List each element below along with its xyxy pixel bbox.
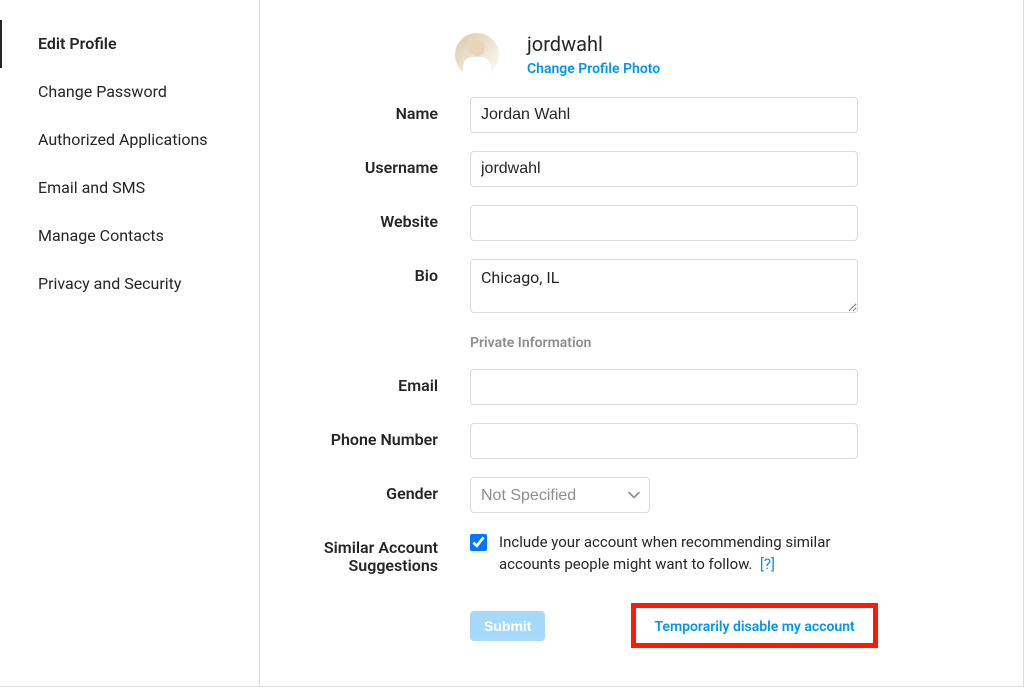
change-profile-photo-link[interactable]: Change Profile Photo	[527, 61, 660, 77]
suggestions-label: Similar Account Suggestions	[320, 531, 470, 575]
sidebar-item-manage-contacts[interactable]: Manage Contacts	[0, 212, 259, 260]
profile-username-display: jordwahl	[527, 32, 660, 56]
bio-label: Bio	[320, 259, 470, 285]
email-input[interactable]	[470, 369, 858, 405]
bio-input[interactable]: Chicago, IL	[470, 259, 858, 313]
username-input[interactable]	[470, 151, 858, 187]
suggestions-description: Include your account when recommending s…	[499, 531, 858, 575]
website-input[interactable]	[470, 205, 858, 241]
gender-select[interactable]: Not Specified	[470, 477, 650, 513]
sidebar-item-email-sms[interactable]: Email and SMS	[0, 164, 259, 212]
username-label: Username	[320, 151, 470, 177]
sidebar-item-privacy-security[interactable]: Privacy and Security	[0, 260, 259, 308]
sidebar-item-authorized-applications[interactable]: Authorized Applications	[0, 116, 259, 164]
avatar[interactable]	[455, 33, 499, 77]
gender-label: Gender	[320, 477, 470, 503]
private-information-heading: Private Information	[470, 335, 983, 351]
website-label: Website	[320, 205, 470, 231]
phone-label: Phone Number	[320, 423, 470, 449]
name-label: Name	[320, 97, 470, 123]
name-input[interactable]	[470, 97, 858, 133]
profile-header: jordwahl Change Profile Photo	[455, 32, 983, 77]
suggestions-help-link[interactable]: [?]	[760, 555, 775, 573]
sidebar-item-edit-profile[interactable]: Edit Profile	[0, 20, 259, 68]
highlight-box: Temporarily disable my account	[631, 603, 877, 648]
sidebar-item-change-password[interactable]: Change Password	[0, 68, 259, 116]
temporarily-disable-account-link[interactable]: Temporarily disable my account	[654, 619, 854, 635]
submit-button[interactable]: Submit	[470, 611, 545, 641]
settings-container: Edit Profile Change Password Authorized …	[0, 0, 1024, 687]
edit-profile-panel: jordwahl Change Profile Photo Name Usern…	[260, 0, 1023, 686]
phone-input[interactable]	[470, 423, 858, 459]
suggestions-checkbox[interactable]	[470, 534, 487, 551]
email-label: Email	[320, 369, 470, 395]
settings-sidebar: Edit Profile Change Password Authorized …	[0, 0, 260, 686]
